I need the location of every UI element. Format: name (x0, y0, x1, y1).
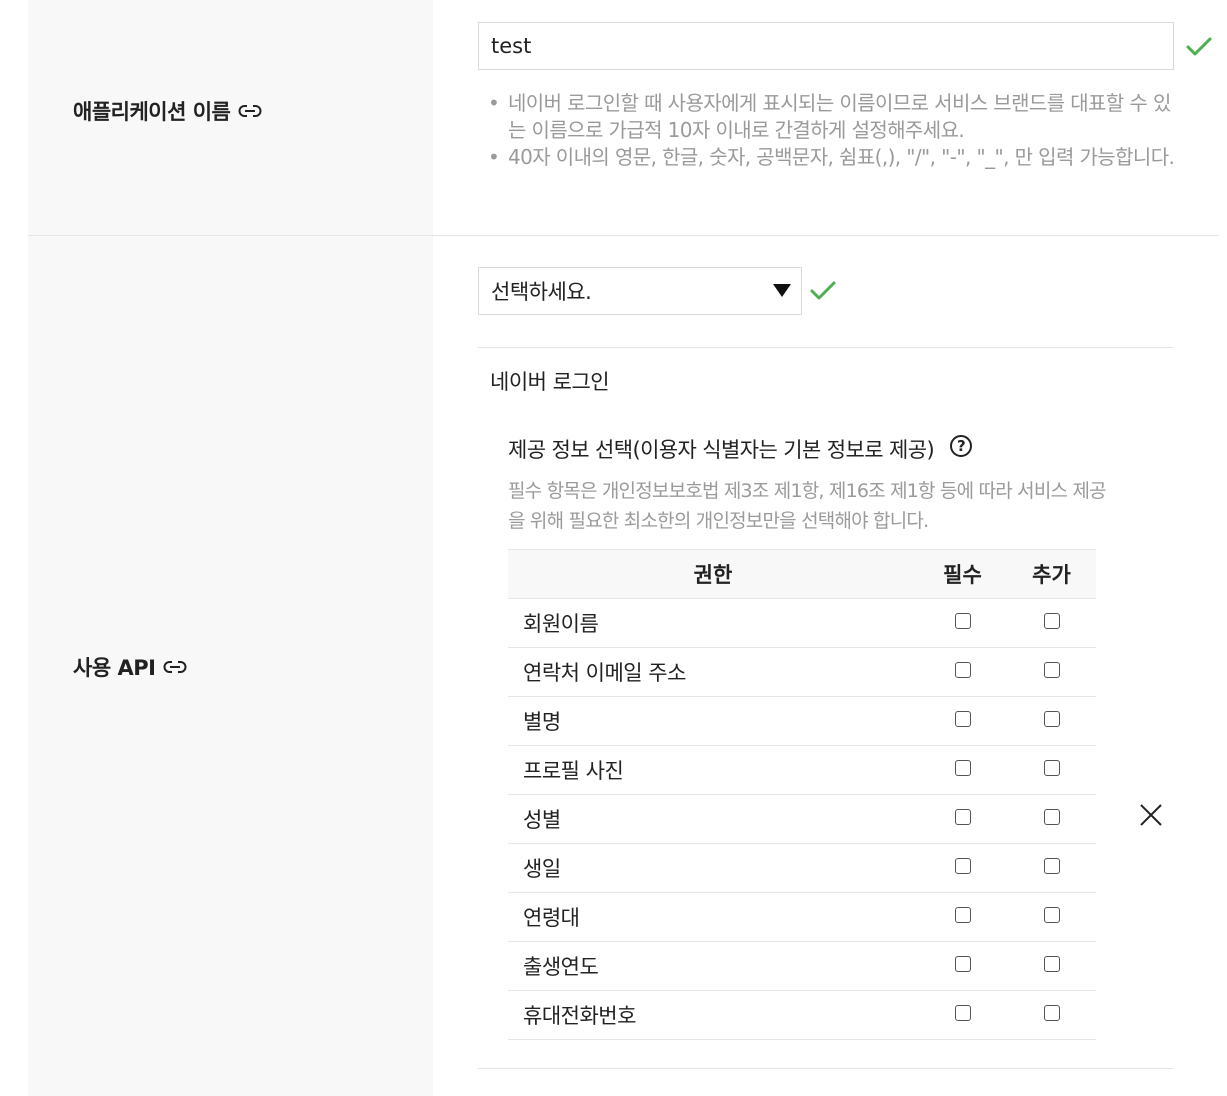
permission-name: 휴대전화번호 (508, 990, 918, 1040)
permission-name: 성별 (508, 794, 918, 844)
permission-name: 별명 (508, 696, 918, 746)
check-icon (810, 281, 836, 300)
table-row: 회원이름 (508, 598, 1096, 648)
link-icon[interactable] (163, 659, 187, 675)
provide-info-title-text: 제공 정보 선택(이용자 식별자는 기본 정보로 제공) (508, 438, 935, 462)
app-name-input[interactable] (478, 22, 1174, 70)
help-item: 네이버 로그인할 때 사용자에게 표시되는 이름이므로 서비스 브랜드를 대표할… (488, 90, 1178, 144)
table-row: 휴대전화번호 (508, 990, 1096, 1040)
app-name-label-cell: 애플리케이션 이름 (28, 0, 433, 235)
provide-info-desc: 필수 항목은 개인정보보호법 제3조 제1항, 제16조 제1항 등에 따라 서… (508, 480, 1107, 532)
api-select-value: 선택하세요. (491, 280, 592, 304)
required-checkbox[interactable] (954, 711, 971, 727)
header-optional: 추가 (1007, 549, 1096, 599)
required-checkbox[interactable] (954, 1005, 971, 1021)
table-row: 연락처 이메일 주소 (508, 647, 1096, 697)
api-label: 사용 API (73, 652, 187, 682)
permission-name: 연락처 이메일 주소 (508, 647, 918, 697)
permission-table: 권한 필수 추가 회원이름 연락처 이메일 주소 별명 프로필 사진 성별 생일… (508, 549, 1096, 1040)
required-checkbox[interactable] (954, 956, 971, 972)
app-name-help-list: 네이버 로그인할 때 사용자에게 표시되는 이름이므로 서비스 브랜드를 대표할… (488, 90, 1178, 171)
permission-name: 프로필 사진 (508, 745, 918, 795)
api-select[interactable]: 선택하세요. (478, 267, 802, 315)
optional-checkbox[interactable] (1043, 760, 1060, 776)
optional-checkbox[interactable] (1043, 613, 1060, 629)
question-icon[interactable]: ? (950, 435, 973, 457)
optional-checkbox[interactable] (1043, 809, 1060, 825)
permission-name: 출생연도 (508, 941, 918, 991)
app-name-label: 애플리케이션 이름 (73, 96, 262, 126)
required-checkbox[interactable] (954, 907, 971, 923)
api-field-cell: 선택하세요. 네이버 로그인 제공 정보 선택(이용자 식별자는 기본 정보로 … (478, 236, 1219, 1096)
provide-info-title: 제공 정보 선택(이용자 식별자는 기본 정보로 제공) ? (508, 434, 973, 464)
table-row: 별명 (508, 696, 1096, 746)
api-label-cell: 사용 API (28, 236, 433, 1096)
close-icon[interactable] (1136, 800, 1166, 830)
app-name-row: 애플리케이션 이름 네이버 로그인할 때 사용자에게 표시되는 이름이므로 서비… (28, 0, 1219, 236)
required-checkbox[interactable] (954, 662, 971, 678)
optional-checkbox[interactable] (1043, 1005, 1060, 1021)
optional-checkbox[interactable] (1043, 956, 1060, 972)
header-required: 필수 (918, 549, 1007, 599)
permission-table-header: 권한 필수 추가 (508, 549, 1096, 599)
required-checkbox[interactable] (954, 613, 971, 629)
table-row: 연령대 (508, 892, 1096, 942)
app-name-label-text: 애플리케이션 이름 (73, 100, 231, 124)
app-name-field-cell: 네이버 로그인할 때 사용자에게 표시되는 이름이므로 서비스 브랜드를 대표할… (478, 0, 1219, 235)
header-permission: 권한 (508, 549, 918, 599)
api-panel: 네이버 로그인 제공 정보 선택(이용자 식별자는 기본 정보로 제공) ? 필… (478, 347, 1174, 1069)
check-icon (1186, 37, 1212, 56)
permission-name: 회원이름 (508, 598, 918, 648)
link-icon[interactable] (238, 103, 262, 119)
caret-down-icon (773, 284, 791, 297)
table-row: 출생연도 (508, 941, 1096, 991)
table-row: 프로필 사진 (508, 745, 1096, 795)
permission-name: 생일 (508, 843, 918, 893)
api-name: 네이버 로그인 (490, 370, 610, 394)
table-row: 생일 (508, 843, 1096, 893)
table-row: 성별 (508, 794, 1096, 844)
optional-checkbox[interactable] (1043, 907, 1060, 923)
optional-checkbox[interactable] (1043, 858, 1060, 874)
required-checkbox[interactable] (954, 858, 971, 874)
api-row: 사용 API 선택하세요. 네이버 로그인 제공 정보 선택(이용자 식별자는 … (28, 236, 1219, 1096)
api-label-text: 사용 API (73, 656, 156, 680)
help-item: 40자 이내의 영문, 한글, 숫자, 공백문자, 쉼표(,), "/", "-… (488, 144, 1178, 171)
optional-checkbox[interactable] (1043, 711, 1060, 727)
required-checkbox[interactable] (954, 760, 971, 776)
optional-checkbox[interactable] (1043, 662, 1060, 678)
required-checkbox[interactable] (954, 809, 971, 825)
permission-name: 연령대 (508, 892, 918, 942)
